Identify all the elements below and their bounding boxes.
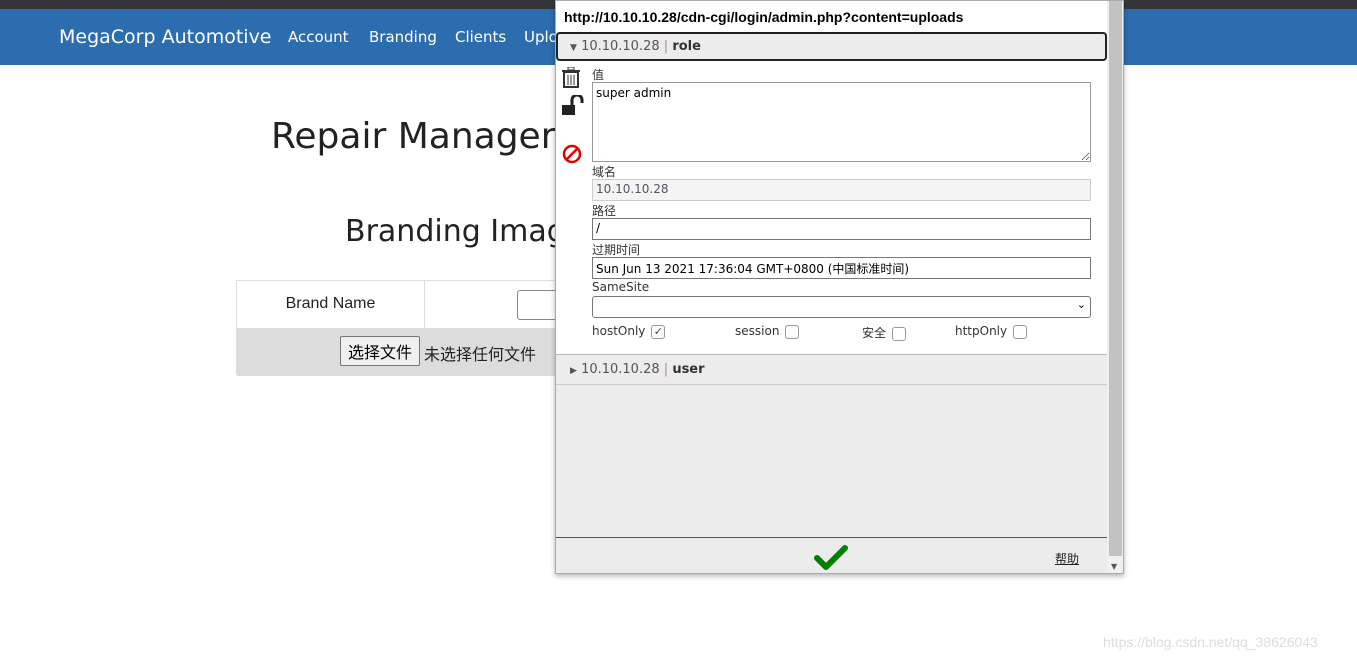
separator: | [663,39,669,54]
popup-footer: 帮助 [556,537,1107,573]
cookie-details: 值 super admin 域名 10.10.10.28 路径 / 过期时间 S… [556,61,1107,355]
flag-label: hostOnly [592,324,646,338]
caret-right-icon: ▶ [570,366,577,376]
file-status: 未选择任何文件 [424,347,537,364]
separator: | [663,362,669,377]
section-title: Branding Imag [345,214,566,249]
cookie-url: http://10.10.10.28/cdn-cgi/login/admin.p… [556,1,1107,32]
brand-link[interactable]: MegaCorp Automotive [59,26,272,48]
chevron-down-icon: ⌄ [1076,298,1086,311]
path-label: 路径 [592,204,617,218]
unlock-icon[interactable] [561,95,585,117]
nav-uploads[interactable]: Uplo [524,28,558,46]
nav-account[interactable]: Account [288,28,349,46]
file-row: 选择文件 未选择任何文件 [237,328,567,376]
scrollbar[interactable]: ▼ [1107,1,1123,573]
cookie-editor-popup: http://10.10.10.28/cdn-cgi/login/admin.p… [555,0,1124,574]
flag-hostonly[interactable]: hostOnly ✓ [592,324,666,339]
domain-input[interactable]: 10.10.10.28 [592,179,1091,201]
flag-label: session [735,324,780,338]
domain-label: 域名 [592,165,617,179]
secure-checkbox[interactable] [892,326,907,341]
trash-icon[interactable] [561,67,581,89]
help-link[interactable]: 帮助 [1055,550,1079,567]
scrollbar-thumb[interactable] [1109,1,1122,556]
scroll-down-icon[interactable]: ▼ [1111,562,1117,571]
nav-branding[interactable]: Branding [369,28,437,46]
samesite-select[interactable]: ⌄ [592,296,1091,318]
cookie-item-user[interactable]: ▶ 10.10.10.28 | user [556,355,1107,385]
samesite-label: SameSite [592,280,650,294]
session-checkbox[interactable] [785,324,800,339]
cookie-domain: 10.10.10.28 [581,362,660,377]
cookie-domain: 10.10.10.28 [581,39,660,54]
path-input[interactable]: / [592,218,1091,240]
watermark: https://blog.csdn.net/qq_38626043 [1103,634,1318,650]
value-input[interactable]: super admin [592,82,1091,162]
flag-session[interactable]: session [735,324,800,339]
flag-secure[interactable]: 安全 [862,324,907,341]
expires-label: 过期时间 [592,243,641,257]
httponly-checkbox[interactable] [1013,324,1028,339]
checkmark-icon[interactable] [814,544,848,570]
caret-down-icon: ▼ [570,43,577,53]
hostonly-checkbox[interactable]: ✓ [651,324,666,339]
block-icon[interactable] [561,143,583,165]
page-title: Repair Manager [271,116,556,157]
nav-clients[interactable]: Clients [455,28,506,46]
flag-label: 安全 [862,326,887,340]
cookie-name: role [672,39,701,54]
cookie-name: user [672,362,705,377]
expires-input[interactable]: Sun Jun 13 2021 17:36:04 GMT+0800 (中国标准时… [592,257,1091,279]
value-label: 值 [592,68,605,82]
flag-label: httpOnly [955,324,1008,338]
flag-httponly[interactable]: httpOnly [955,324,1028,339]
cookie-item-role[interactable]: ▼ 10.10.10.28 | role [556,32,1107,61]
brand-name-label: Brand Name [237,281,425,328]
choose-file-button[interactable]: 选择文件 [340,336,420,366]
upload-form: Brand Name 选择文件 未选择任何文件 [236,280,577,376]
